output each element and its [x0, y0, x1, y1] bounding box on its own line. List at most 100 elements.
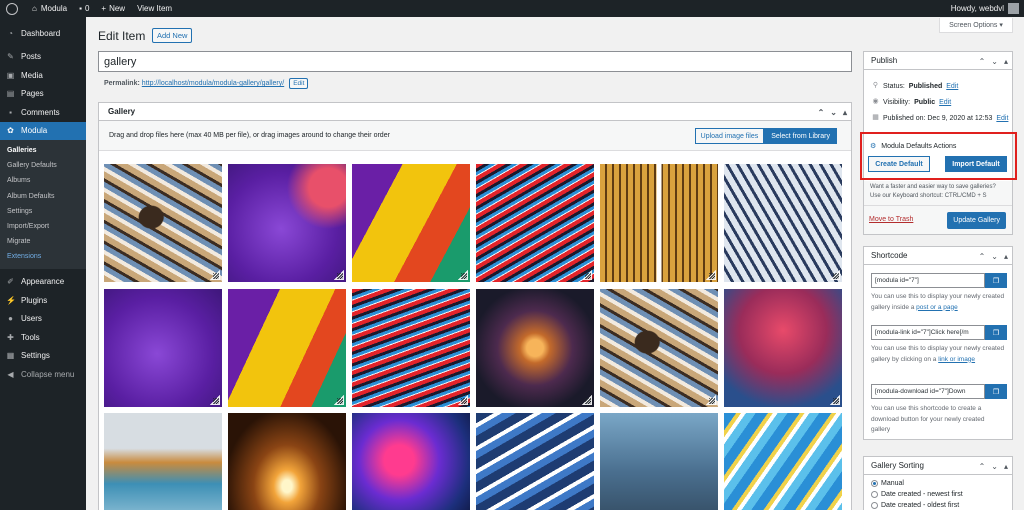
- sidebar-item-comments[interactable]: ▪ Comments: [0, 103, 86, 122]
- copy-download-shortcode-button[interactable]: ❐: [985, 384, 1007, 399]
- sort-option-newest[interactable]: Date created - newest first: [864, 489, 1012, 500]
- gallery-image[interactable]: [228, 289, 346, 407]
- link-or-image-link[interactable]: link or image: [938, 356, 975, 363]
- toggle-panel-icon[interactable]: ▴: [1004, 57, 1008, 66]
- resize-handle-icon[interactable]: [582, 395, 592, 405]
- move-up-icon[interactable]: ⌃: [979, 252, 986, 261]
- move-down-icon[interactable]: ⌄: [991, 57, 998, 66]
- media-icon: ▣: [6, 70, 15, 80]
- submenu-settings[interactable]: Settings: [0, 204, 86, 219]
- toggle-panel-icon[interactable]: ▴: [1004, 252, 1008, 261]
- resize-handle-icon[interactable]: [830, 395, 840, 405]
- gallery-image[interactable]: [228, 413, 346, 510]
- resize-handle-icon[interactable]: [706, 270, 716, 280]
- move-up-icon[interactable]: ⌃: [979, 462, 986, 471]
- move-down-icon[interactable]: ⌄: [991, 252, 998, 261]
- gallery-image[interactable]: [476, 289, 594, 407]
- edit-status-link[interactable]: Edit: [946, 83, 958, 90]
- gallery-image[interactable]: [724, 164, 842, 282]
- plug-icon: ⚡: [6, 295, 16, 305]
- submenu-import-export[interactable]: Import/Export: [0, 219, 86, 234]
- sidebar-item-posts[interactable]: ✎ Posts: [0, 48, 86, 67]
- link-shortcode-field[interactable]: [modula-link id="7"]Click here[/m: [871, 325, 985, 340]
- resize-handle-icon[interactable]: [334, 395, 344, 405]
- resize-handle-icon[interactable]: [334, 270, 344, 280]
- submenu-album-defaults[interactable]: Album Defaults: [0, 189, 86, 204]
- update-gallery-button[interactable]: Update Gallery: [947, 212, 1006, 229]
- gallery-image[interactable]: [600, 289, 718, 407]
- resize-handle-icon[interactable]: [458, 270, 468, 280]
- submenu-extensions[interactable]: Extensions: [0, 249, 86, 264]
- gallery-image[interactable]: [724, 289, 842, 407]
- toggle-panel-icon[interactable]: ▴: [1004, 462, 1008, 471]
- gallery-image[interactable]: [600, 164, 718, 282]
- move-to-trash-link[interactable]: Move to Trash: [869, 216, 913, 223]
- gallery-image[interactable]: [104, 164, 222, 282]
- sidebar-item-plugins[interactable]: ⚡ Plugins: [0, 291, 86, 310]
- move-down-icon[interactable]: ⌄: [830, 108, 837, 117]
- toggle-panel-icon[interactable]: ▴: [843, 108, 847, 117]
- sidebar-item-tools[interactable]: ✚ Tools: [0, 328, 86, 347]
- copy-link-shortcode-button[interactable]: ❐: [985, 325, 1007, 340]
- sidebar-item-modula[interactable]: ✿ Modula: [0, 121, 86, 140]
- gallery-image[interactable]: [104, 413, 222, 510]
- sidebar-item-pages[interactable]: ▤ Pages: [0, 85, 86, 104]
- submenu-galleries[interactable]: Galleries: [0, 143, 86, 158]
- gallery-image[interactable]: [352, 164, 470, 282]
- post-title-input[interactable]: gallery: [98, 51, 852, 72]
- sort-option-manual[interactable]: Manual: [864, 478, 1012, 489]
- post-or-page-link[interactable]: post or a page: [916, 304, 958, 311]
- gallery-image[interactable]: [352, 413, 470, 510]
- permalink-edit-button[interactable]: Edit: [289, 78, 309, 89]
- sidebar-item-users[interactable]: ● Users: [0, 310, 86, 329]
- sidebar-item-appearance[interactable]: ✐ Appearance: [0, 273, 86, 292]
- resize-handle-icon[interactable]: [830, 270, 840, 280]
- permalink-link[interactable]: http://localhost/modula/modula-gallery/g…: [142, 80, 284, 87]
- shortcode-field[interactable]: [modula id="7"]: [871, 273, 985, 288]
- wordpress-logo-icon[interactable]: [0, 0, 26, 17]
- upload-image-files-button[interactable]: Upload image files: [694, 128, 765, 144]
- keyboard-shortcut-hint: Want a faster and easier way to save gal…: [864, 181, 1012, 205]
- submenu-gallery-defaults[interactable]: Gallery Defaults: [0, 158, 86, 173]
- gallery-image[interactable]: [104, 289, 222, 407]
- sidebar-item-settings[interactable]: ▦ Settings: [0, 347, 86, 366]
- resize-handle-icon[interactable]: [582, 270, 592, 280]
- page-title: Edit Item: [98, 29, 146, 43]
- collapse-menu-button[interactable]: ◀ Collapse menu: [0, 365, 86, 384]
- move-up-icon[interactable]: ⌃: [979, 57, 986, 66]
- gallery-image[interactable]: [724, 413, 842, 510]
- sidebar-item-media[interactable]: ▣ Media: [0, 66, 86, 85]
- resize-handle-icon[interactable]: [210, 270, 220, 280]
- gallery-image[interactable]: [228, 164, 346, 282]
- shortcode-header: Shortcode ⌃ ⌄ ▴: [864, 247, 1012, 265]
- gallery-image[interactable]: [476, 413, 594, 510]
- create-default-button[interactable]: Create Default: [868, 156, 930, 172]
- download-shortcode-field[interactable]: [modula-download id="7"]Down: [871, 384, 985, 399]
- copy-shortcode-button[interactable]: ❐: [985, 273, 1007, 288]
- submenu-albums[interactable]: Albums: [0, 173, 86, 188]
- resize-handle-icon[interactable]: [210, 395, 220, 405]
- select-from-library-button[interactable]: Select from Library: [764, 128, 837, 144]
- resize-handle-icon[interactable]: [458, 395, 468, 405]
- move-up-icon[interactable]: ⌃: [818, 108, 825, 117]
- edit-visibility-link[interactable]: Edit: [939, 99, 951, 106]
- view-item-link[interactable]: View Item: [131, 0, 178, 17]
- new-content-link[interactable]: + New: [95, 0, 131, 17]
- gallery-image[interactable]: [476, 164, 594, 282]
- account-menu[interactable]: Howdy, webdvl: [951, 0, 1019, 17]
- gallery-image[interactable]: [600, 413, 718, 510]
- resize-handle-icon[interactable]: [706, 395, 716, 405]
- gallery-sorting-metabox: Gallery Sorting ⌃ ⌄ ▴ Manual Date create…: [863, 456, 1013, 510]
- screen-options-button[interactable]: Screen Options ▾: [939, 18, 1013, 33]
- sidebar-item-dashboard[interactable]: ◔ Dashboard: [0, 24, 86, 43]
- gallery-image[interactable]: [352, 289, 470, 407]
- add-new-button[interactable]: Add New: [152, 28, 193, 43]
- edit-date-link[interactable]: Edit: [996, 115, 1008, 122]
- move-down-icon[interactable]: ⌄: [991, 462, 998, 471]
- site-name-link[interactable]: ⌂ Modula: [26, 0, 73, 17]
- import-default-button[interactable]: Import Default: [945, 156, 1007, 172]
- defaults-icon: ⚙: [870, 143, 877, 150]
- sort-option-oldest[interactable]: Date created - oldest first: [864, 500, 1012, 510]
- submenu-migrate[interactable]: Migrate: [0, 234, 86, 249]
- comments-link[interactable]: ▪ 0: [73, 0, 95, 17]
